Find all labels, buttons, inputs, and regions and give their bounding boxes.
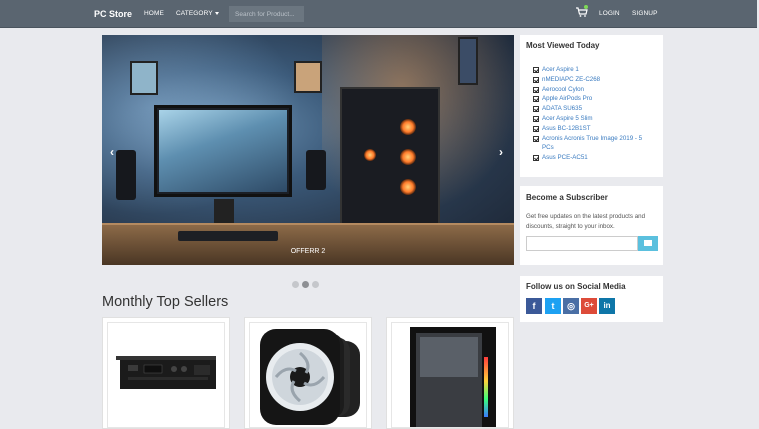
subscribe-button[interactable] [638,236,658,251]
carousel-indicators [292,275,322,293]
product-image [391,322,509,428]
social-panel: Follow us on Social Media f t ◎ G+ in [520,276,663,322]
list-item-label: Acronis Acronis True Image 2019 - 5 [542,134,643,142]
list-item[interactable]: Acer Aspire 5 Slim [533,114,642,124]
envelope-icon [644,240,652,246]
google-plus-icon[interactable]: G+ [581,298,597,314]
monitor-image [154,105,292,197]
wall-frame [294,61,322,93]
nav-category-label: CATEGORY [176,10,213,17]
login-link[interactable]: LOGIN [599,10,620,17]
checkbox-icon [533,67,539,73]
carousel-caption: OFFERR 2 [290,248,326,255]
signup-link[interactable]: SIGNUP [632,10,658,17]
speaker-image [306,150,326,190]
product-image [249,322,367,428]
product-card[interactable] [244,317,372,429]
list-item[interactable]: Acronis Acronis True Image 2019 - 5 [533,134,642,144]
social-title: Follow us on Social Media [526,282,626,291]
subscriber-text: Get free updates on the latest products … [526,213,646,230]
nav-home-link[interactable]: HOME [144,10,164,17]
product-image [107,322,225,428]
product-card[interactable] [102,317,230,429]
checkbox-icon [533,76,539,83]
list-item-label: Asus BC-12B1ST [542,124,591,132]
instagram-icon[interactable]: ◎ [563,298,579,314]
list-item[interactable]: Asus PCE-AC51 [533,153,642,163]
navbar: PC Store HOME CATEGORY LOGIN SIGNUP [0,0,757,28]
list-item[interactable]: Aerocool Cylon [533,85,642,95]
desk [102,225,514,265]
facebook-icon[interactable]: f [526,298,542,314]
wall-frame [130,61,158,95]
most-viewed-list: Acer Aspire 1 nMEDIAPC ZE-C268 Aerocool … [533,65,642,163]
pc-case-image [340,87,440,227]
keyboard-image [178,231,278,241]
list-item-label: Asus PCE-AC51 [542,154,588,162]
checkbox-icon [533,86,539,93]
chevron-left-icon[interactable]: ‹ [110,145,114,159]
carousel-dot-active[interactable] [302,281,309,288]
cart-badge [584,5,588,9]
carousel-dot[interactable] [292,281,299,288]
chevron-right-icon[interactable]: › [499,145,503,159]
section-title: Monthly Top Sellers [102,294,229,310]
search-input[interactable] [229,6,304,22]
speaker-image [116,150,136,200]
list-item[interactable]: ADATA SU635 [533,104,642,114]
nav-category-dropdown[interactable]: CATEGORY [176,10,219,17]
list-item[interactable]: nMEDIAPC ZE-C268 [533,75,642,85]
list-item[interactable]: Acer Aspire 1 [533,65,642,75]
subscriber-title: Become a Subscriber [526,193,608,202]
caret-down-icon [214,11,219,15]
checkbox-icon [533,115,539,122]
checkbox-icon [533,106,539,113]
most-viewed-panel: Most Viewed Today Acer Aspire 1 nMEDIAPC… [520,35,663,177]
most-viewed-title: Most Viewed Today [526,41,600,50]
checkbox-icon [533,155,539,162]
email-field[interactable] [526,236,638,251]
twitter-icon[interactable]: t [545,298,561,314]
wall-frame [458,37,478,85]
list-item-label: nMEDIAPC ZE-C268 [542,75,601,83]
list-item-label: ADATA SU635 [542,105,583,113]
list-item-label: Acer Aspire 5 Slim [542,114,593,122]
checkbox-icon [533,125,539,132]
list-item[interactable]: Asus BC-12B1ST [533,124,642,134]
linkedin-icon[interactable]: in [599,298,615,314]
list-item-label: PCs [542,144,554,152]
carousel[interactable]: OFFERR 2 ‹ › [102,35,514,265]
list-item-continued[interactable]: PCs [533,143,642,153]
list-item[interactable]: Apple AirPods Pro [533,94,642,104]
brand-logo[interactable]: PC Store [94,9,132,19]
carousel-dot[interactable] [312,281,319,288]
checkbox-icon [533,96,539,103]
list-item-label: Apple AirPods Pro [542,95,593,103]
subscriber-panel: Become a Subscriber Get free updates on … [520,186,663,265]
list-item-label: Aerocool Cylon [542,85,584,93]
product-card[interactable] [386,317,514,429]
list-item-label: Acer Aspire 1 [542,66,579,73]
checkbox-icon [533,135,539,142]
